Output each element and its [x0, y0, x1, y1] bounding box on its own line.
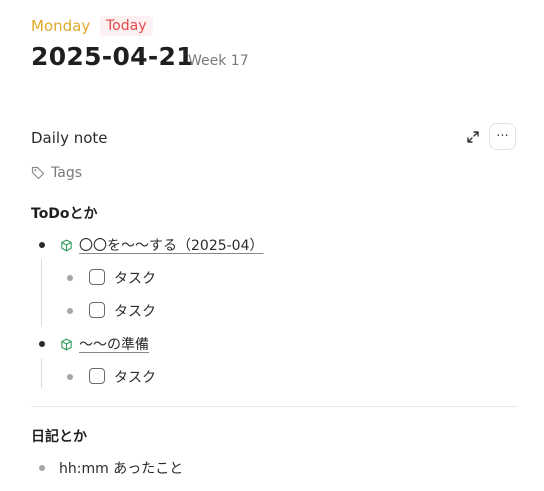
list-bullet	[39, 242, 45, 248]
indent-guide	[41, 358, 42, 388]
section-divider	[31, 406, 517, 407]
project-item: 〜〜の準備	[60, 334, 149, 354]
list-bullet	[67, 374, 73, 380]
project-link[interactable]: 〇〇を〜〜する（2025-04）	[79, 235, 264, 255]
page-title-date: 2025-04-21	[31, 42, 194, 71]
list-bullet	[39, 341, 45, 347]
diary-entry[interactable]: hh:mm あったこと	[59, 458, 183, 478]
more-options-button[interactable]: ···	[489, 123, 516, 150]
today-badge[interactable]: Today	[100, 16, 153, 36]
expand-icon	[467, 131, 479, 143]
cube-icon	[61, 338, 72, 350]
task-label: タスク	[114, 304, 156, 320]
note-title: Daily note	[31, 129, 108, 147]
task-label: タスク	[114, 370, 156, 386]
task-checkbox[interactable]	[89, 302, 105, 318]
tag-icon	[31, 166, 45, 180]
list-bullet	[67, 308, 73, 314]
weekday-label: Monday	[31, 17, 91, 35]
indent-guide	[41, 259, 42, 327]
project-link[interactable]: 〜〜の準備	[79, 334, 149, 354]
more-icon: ···	[496, 129, 509, 144]
list-bullet	[39, 465, 45, 471]
tags-field[interactable]: Tags	[31, 165, 82, 181]
list-bullet	[67, 275, 73, 281]
task-checkbox[interactable]	[89, 368, 105, 384]
expand-button[interactable]	[465, 129, 481, 145]
diary-heading: 日記とか	[31, 429, 87, 445]
task-checkbox[interactable]	[89, 269, 105, 285]
project-item: 〇〇を〜〜する（2025-04）	[60, 235, 264, 255]
tags-label: Tags	[51, 165, 82, 181]
week-number[interactable]: Week 17	[188, 53, 249, 69]
task-label: タスク	[114, 271, 156, 287]
todo-heading: ToDoとか	[31, 206, 98, 222]
cube-icon	[61, 239, 72, 251]
